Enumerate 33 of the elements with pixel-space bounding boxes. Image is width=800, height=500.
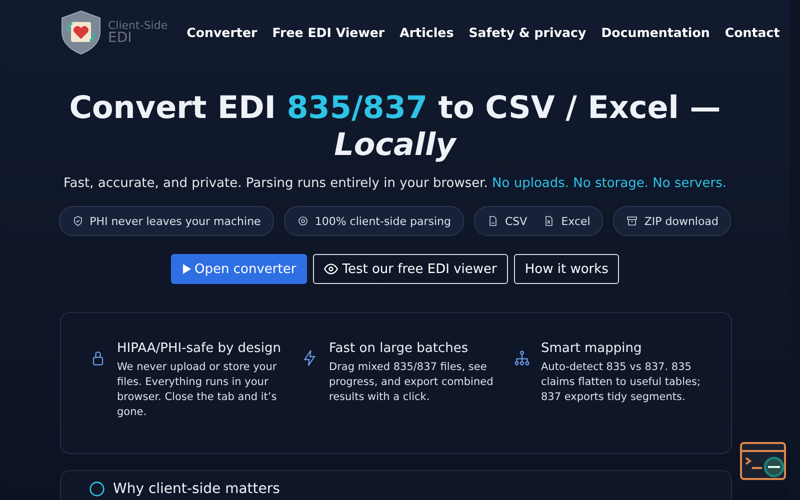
- open-converter-button[interactable]: Open converter: [170, 254, 308, 284]
- nav-link[interactable]: Documentation: [601, 24, 710, 40]
- feature-title: HIPAA/PHI-safe by design: [117, 341, 282, 356]
- secondary-button[interactable]: How it works: [514, 254, 620, 284]
- secondary-button[interactable]: Test our free EDI viewer: [313, 254, 508, 284]
- pill-label: PHI never leaves your machine: [90, 214, 261, 228]
- search-window-icon[interactable]: [740, 442, 788, 482]
- feature-text: Auto-detect 835 vs 837. 835 claims flatten to useful tables; 837 exports tidy segments.: [541, 360, 702, 405]
- logo-text: Client-Side: [108, 20, 168, 32]
- nav-link[interactable]: Free EDI Viewer: [272, 24, 385, 40]
- spreadsheet-file-icon: [543, 215, 556, 227]
- logo-text: EDI: [108, 32, 133, 44]
- pill-label: CSV: [504, 214, 528, 228]
- nav-link[interactable]: Safety & privacy: [468, 24, 586, 40]
- feature-text: We never upload or store your files. Everything runs in your browser. Close the tab and it’s gone.: [117, 360, 278, 420]
- archive-icon: [626, 215, 638, 227]
- hierarchy-icon: [513, 349, 531, 367]
- pill-label: Excel: [561, 214, 590, 228]
- eye-icon: [324, 263, 338, 275]
- pill-label: 100% client-side parsing: [314, 214, 451, 228]
- nav-link[interactable]: Contact: [724, 24, 780, 40]
- nav-link[interactable]: Converter: [186, 24, 258, 40]
- feature-text: Drag mixed 835/837 files, see progress, and export combined results with a click.: [329, 360, 494, 405]
- shield-icon: [72, 215, 84, 227]
- section-title: Why client-side matters: [113, 481, 280, 497]
- hero-title: Convert EDI 835/837 to CSV / Excel — Locally: [69, 90, 721, 164]
- feature-title: Smart mapping: [541, 341, 643, 356]
- hero-subtitle: Fast, accurate, and private. Parsing runs entirely in your browser. No uploads. No storage. No servers.: [63, 176, 726, 191]
- nav-link[interactable]: Articles: [400, 24, 454, 40]
- file-icon: [486, 215, 499, 227]
- feature-title: Fast on large batches: [329, 341, 470, 356]
- pill-label: ZIP download: [644, 214, 718, 228]
- play-icon: [182, 264, 191, 274]
